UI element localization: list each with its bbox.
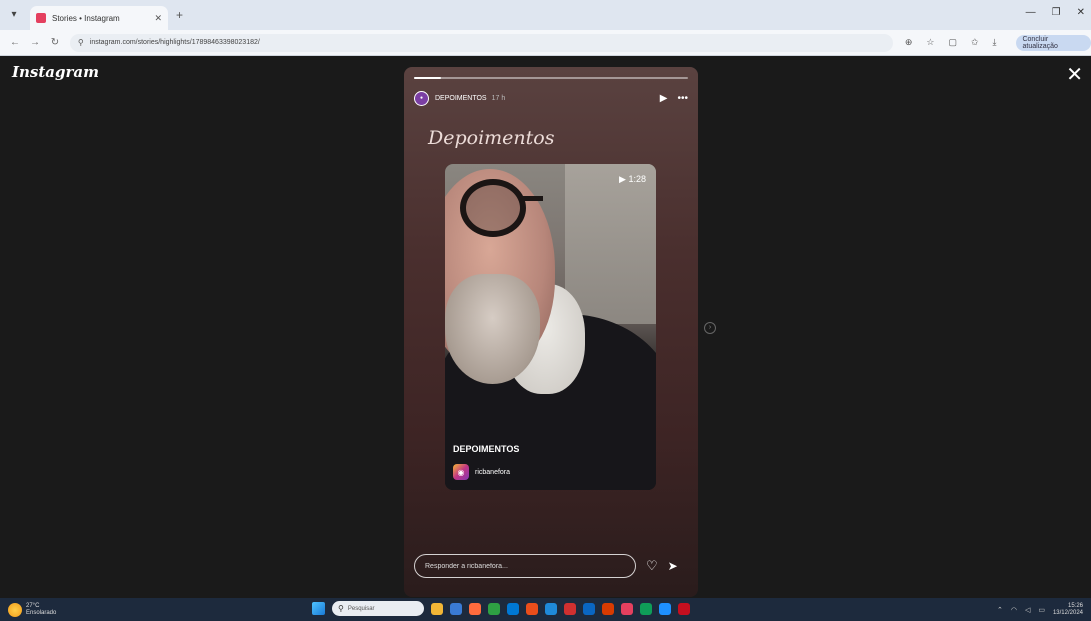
network-icon[interactable]: ◠: [1011, 606, 1017, 614]
url-text: instagram.com/stories/highlights/1789846…: [89, 39, 260, 46]
volume-icon[interactable]: ◁: [1025, 606, 1030, 614]
window-controls: — ❐ ✕: [1026, 7, 1085, 18]
video-account-name: ricbanefora: [475, 468, 511, 476]
battery-icon[interactable]: ▭: [1038, 606, 1045, 614]
windows-start-icon[interactable]: [312, 602, 325, 615]
reply-input[interactable]: [414, 554, 636, 578]
taskbar-app-icon[interactable]: [602, 602, 614, 615]
taskbar-app-icon[interactable]: [583, 602, 595, 615]
new-tab-icon[interactable]: +: [176, 8, 183, 22]
toolbar-icons: ⊕ ☆ ▢ ✩ ⤓: [905, 37, 997, 48]
favorites-icon[interactable]: ✩: [971, 37, 979, 48]
weather-text: 27°C Ensolarado: [26, 603, 56, 617]
bookmark-star-icon[interactable]: ☆: [926, 37, 934, 48]
taskbar-app-icon[interactable]: [488, 602, 500, 615]
clock[interactable]: 15:26 13/12/2024: [1053, 603, 1083, 617]
story-progress-bar: [414, 77, 688, 79]
story-controls: ▶ •••: [660, 93, 688, 104]
sun-icon: [8, 602, 22, 617]
story-username[interactable]: DEPOIMENTOS: [435, 95, 487, 102]
avatar[interactable]: ●: [414, 90, 429, 106]
forward-icon[interactable]: →: [30, 37, 40, 48]
taskbar-app-icon[interactable]: [564, 602, 576, 615]
story-header: ● DEPOIMENTOS 17 h ▶ •••: [414, 89, 688, 107]
minimize-icon[interactable]: —: [1026, 7, 1036, 18]
taskbar-search[interactable]: ⚲ Pesquisar: [332, 601, 424, 616]
reload-icon[interactable]: ↻: [50, 37, 60, 48]
taskbar-app-icon[interactable]: [431, 602, 443, 615]
clock-date: 13/12/2024: [1052, 610, 1083, 616]
maximize-icon[interactable]: ❐: [1052, 7, 1061, 18]
instagram-logo[interactable]: Instagram: [12, 63, 99, 81]
split-view-icon[interactable]: ▢: [948, 37, 957, 48]
taskbar-app-icon[interactable]: [640, 602, 652, 615]
zoom-icon[interactable]: ⊕: [905, 37, 913, 48]
downloads-icon[interactable]: ⤓: [993, 37, 997, 48]
taskbar-app-icon[interactable]: [507, 602, 519, 615]
video-duration-text: 1:28: [628, 174, 646, 184]
video-person-beard: [445, 274, 540, 384]
taskbar-app-icon[interactable]: [526, 602, 538, 615]
video-glasses-arm: [523, 196, 543, 201]
story-progress-fill: [414, 77, 442, 79]
video-wall: [565, 164, 656, 324]
video-duration: ▶ 1:28: [619, 174, 646, 184]
back-icon[interactable]: ←: [10, 37, 20, 48]
clock-time: 15:26: [1067, 603, 1083, 609]
next-story-icon[interactable]: ›: [704, 322, 716, 334]
site-info-icon[interactable]: ⚲: [78, 38, 84, 47]
taskbar-app-icon[interactable]: [450, 602, 462, 615]
update-button[interactable]: Concluir atualização: [1016, 34, 1091, 51]
close-icon[interactable]: ✕: [1066, 65, 1083, 85]
play-icon[interactable]: ▶: [660, 93, 668, 104]
taskbar-app-icon[interactable]: [659, 602, 671, 615]
taskbar-search-text: Pesquisar: [347, 605, 375, 612]
search-icon: ⚲: [338, 604, 344, 613]
weather-widget[interactable]: 27°C Ensolarado: [8, 602, 56, 617]
video-person-glasses: [460, 179, 526, 237]
instagram-favicon-icon: [36, 13, 46, 23]
send-icon[interactable]: ➤: [668, 559, 678, 573]
url-field[interactable]: ⚲ instagram.com/stories/highlights/17898…: [69, 33, 893, 52]
reply-row: ♡ ➤: [414, 553, 688, 579]
window-close-icon[interactable]: ✕: [1077, 7, 1085, 18]
tab-close-icon[interactable]: ✕: [154, 13, 162, 24]
browser-tab-bar: ▾ Stories • Instagram ✕ + — ❐ ✕: [0, 0, 1091, 30]
heart-icon[interactable]: ♡: [646, 558, 658, 574]
weather-desc: Ensolarado: [26, 609, 57, 616]
tray-chevron-icon[interactable]: ⌃: [997, 606, 1003, 614]
story-title: Depoimentos: [428, 127, 555, 149]
weather-temp: 27°C: [26, 602, 40, 609]
video-card[interactable]: ▶ 1:28 DEPOIMENTOS ◉ ricbanefora: [445, 164, 656, 490]
tab-list-icon[interactable]: ▾: [8, 9, 20, 21]
taskbar: 27°C Ensolarado ⚲ Pesquisar ⌃ ◠ ◁ ▭ 15:2…: [0, 598, 1091, 621]
system-tray: ⌃ ◠ ◁ ▭ 15:26 13/12/2024: [997, 603, 1083, 617]
taskbar-app-icon[interactable]: [678, 602, 690, 615]
tab-title: Stories • Instagram: [52, 13, 120, 23]
instagram-stories-page: Instagram ✕ › ● DEPOIMENTOS 17 h ▶ ••• D…: [0, 57, 1091, 598]
video-account[interactable]: ◉ ricbanefora: [453, 464, 510, 480]
taskbar-apps: ⚲ Pesquisar: [312, 601, 690, 616]
address-bar-row: ← → ↻ ⚲ instagram.com/stories/highlights…: [0, 30, 1091, 56]
story-viewer[interactable]: ● DEPOIMENTOS 17 h ▶ ••• Depoimentos ▶ 1…: [404, 67, 698, 597]
account-avatar-icon: ◉: [453, 464, 469, 480]
taskbar-app-icon[interactable]: [469, 602, 481, 615]
story-time: 17 h: [491, 94, 506, 102]
more-options-icon[interactable]: •••: [677, 93, 688, 104]
taskbar-app-icon[interactable]: [621, 602, 633, 615]
video-label: DEPOIMENTOS: [453, 444, 520, 454]
taskbar-app-icon[interactable]: [545, 602, 557, 615]
browser-tab[interactable]: Stories • Instagram ✕: [30, 6, 168, 30]
